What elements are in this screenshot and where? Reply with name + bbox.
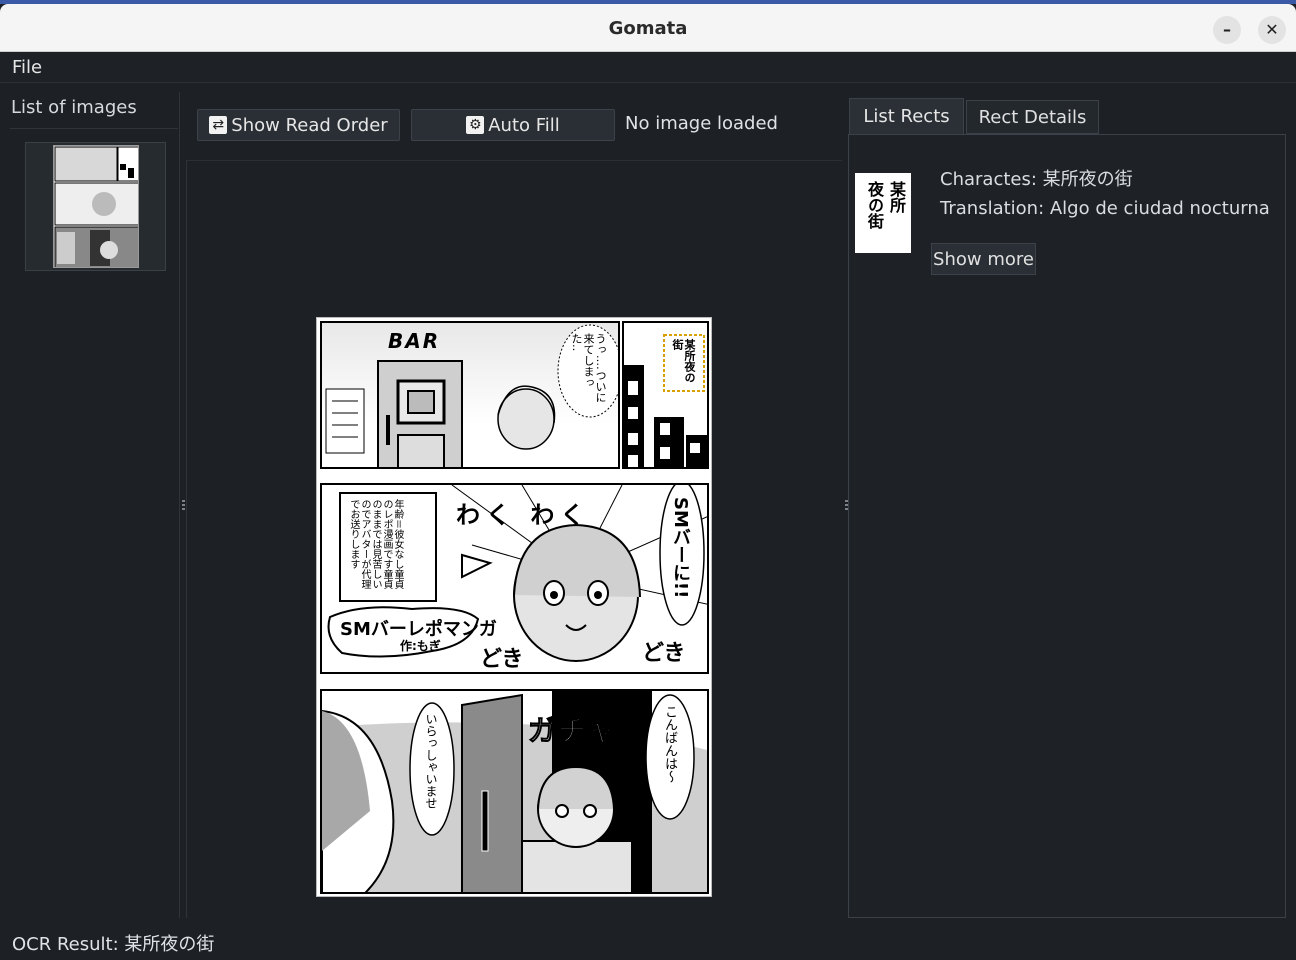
manga-panel-1b: 某所夜の街 [622,321,709,469]
window-title: Gomata [608,18,688,39]
close-button[interactable]: ✕ [1258,16,1286,44]
manga-panel-2: 年齢＝彼女なし童貞のレポ漫画です童貞のままでは見苦しいのでアバターが代理でお送り… [320,483,709,674]
title-bar: Gomata – ✕ [0,4,1296,52]
sfx-gacha: ガチャ [528,714,618,748]
image-thumbnail [53,145,139,268]
sfx-waku-waku: わく わく [456,501,591,529]
rect-thumb-text-col1: 某所 [887,181,906,213]
rect-translation: Translation: Algo de ciudad nocturna [940,198,1270,219]
viewer-panel: ⇄ Show Read Order ⚙ Auto Fill No image l… [186,92,842,918]
rect-characters: Charactes: 某所夜の街 [940,169,1133,190]
image-list-panel: List of images [10,92,180,918]
status-label: No image loaded [625,113,778,134]
auto-fill-icon: ⚙ [466,116,485,134]
image-list-title: List of images [11,97,137,118]
minimize-button[interactable]: – [1213,16,1241,44]
rect-thumbnail[interactable]: 某所 夜の街 [855,173,911,253]
image-canvas[interactable]: BAR うっ‥‥ついに来てしまった‥ 某所夜の街 年齢＝彼女なし童貞のレポ漫画で… [186,160,842,918]
speech-bubble-welcome: いらっしゃいませ [424,713,438,809]
manga-panel-1: BAR うっ‥‥ついに来てしまった‥ [320,321,620,469]
menu-bar: File [0,53,1296,83]
manga-author: 作:もぎ [400,639,441,653]
manga-page: BAR うっ‥‥ついに来てしまった‥ 某所夜の街 年齢＝彼女なし童貞のレポ漫画で… [316,317,712,897]
show-read-order-button[interactable]: ⇄ Show Read Order [197,109,400,141]
night-sign: 某所夜の街 [671,339,696,383]
speech-bubble-1: うっ‥‥ついに来てしまった‥ [570,333,607,403]
divider [10,128,178,129]
manga-panel-3: いらっしゃいませ ガチャ こんばんは〜 [320,689,709,894]
tab-rect-details[interactable]: Rect Details [966,100,1099,134]
rect-list: 某所 夜の街 Charactes: 某所夜の街 Translation: Alg… [848,134,1286,918]
show-more-button[interactable]: Show more [931,243,1036,275]
swap-icon: ⇄ [209,116,228,134]
auto-fill-button[interactable]: ⚙ Auto Fill [411,109,615,141]
left-splitter-handle[interactable] [182,500,185,512]
rects-panel: List Rects Rect Details 某所 夜の街 Charactes… [848,92,1288,918]
minimize-icon: – [1223,20,1231,39]
shout-bubble: SMバーに!! [670,497,691,599]
close-icon: ✕ [1265,20,1279,39]
rect-thumb-text-col2: 夜の街 [865,181,884,229]
sfx-doki-1: どき [480,647,524,672]
ocr-result: OCR Result: 某所夜の街 [12,934,215,955]
intro-note: 年齢＝彼女なし童貞のレポ漫画です童貞のままでは見苦しいのでアバターが代理でお送り… [348,499,403,589]
sfx-doki-2: どき [642,641,686,666]
tab-list-rects[interactable]: List Rects [849,98,964,134]
image-thumbnail-card[interactable] [25,142,166,271]
menu-file[interactable]: File [12,57,42,78]
speech-bubble-hello: こんばんは〜 [662,705,677,783]
